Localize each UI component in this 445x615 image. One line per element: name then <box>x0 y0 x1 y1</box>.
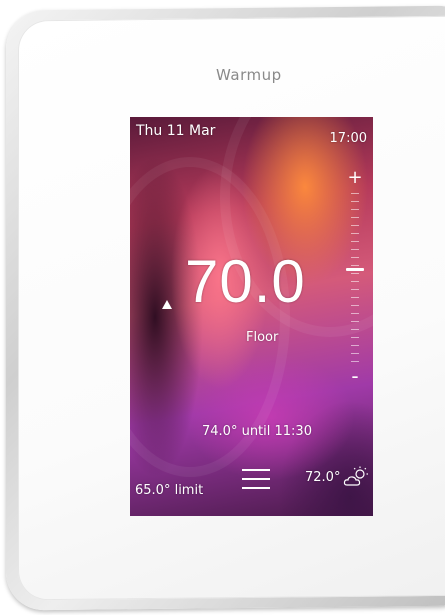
slider-tick <box>351 345 359 346</box>
partly-cloudy-icon <box>343 466 368 486</box>
slider-tick <box>351 201 359 202</box>
slider-tick <box>351 321 359 322</box>
slider-tick <box>351 273 359 274</box>
slider-tick <box>351 313 359 314</box>
sensor-mode-label: Floor <box>246 330 279 345</box>
temperature-slider[interactable] <box>346 193 364 363</box>
slider-tick <box>351 297 359 298</box>
hamburger-menu-icon[interactable] <box>242 469 270 493</box>
date-label: Thu 11 Mar <box>136 123 216 139</box>
floor-limit-label: 65.0° limit <box>135 483 204 498</box>
slider-tick <box>351 305 359 306</box>
schedule-status: 74.0° until 11:30 <box>202 424 312 439</box>
outdoor-temperature: 72.0° <box>305 470 341 485</box>
slider-tick <box>351 257 359 258</box>
increase-temp-button[interactable]: + <box>346 169 364 187</box>
slider-tick <box>351 233 359 234</box>
slider-tick <box>351 193 359 194</box>
slider-tick <box>351 289 359 290</box>
slider-tick <box>351 361 359 362</box>
slider-thumb[interactable] <box>346 268 364 271</box>
slider-tick <box>351 337 359 338</box>
thermostat-device: Warmup Thu 11 Mar 17:00 70.0 Floor + - 7… <box>0 0 445 615</box>
slider-tick <box>351 225 359 226</box>
heating-up-icon <box>162 300 172 309</box>
slider-tick <box>351 353 359 354</box>
touch-screen[interactable]: Thu 11 Mar 17:00 70.0 Floor + - 74.0° un… <box>130 117 373 516</box>
slider-tick <box>351 265 359 266</box>
slider-tick <box>351 329 359 330</box>
brand-logo: Warmup <box>216 66 282 84</box>
decrease-temp-button[interactable]: - <box>346 366 364 387</box>
slider-tick <box>351 209 359 210</box>
setpoint-temperature: 70.0 <box>185 248 306 315</box>
slider-tick <box>351 249 359 250</box>
slider-tick <box>351 241 359 242</box>
slider-tick <box>351 281 359 282</box>
time-label: 17:00 <box>329 131 367 146</box>
slider-tick <box>351 217 359 218</box>
